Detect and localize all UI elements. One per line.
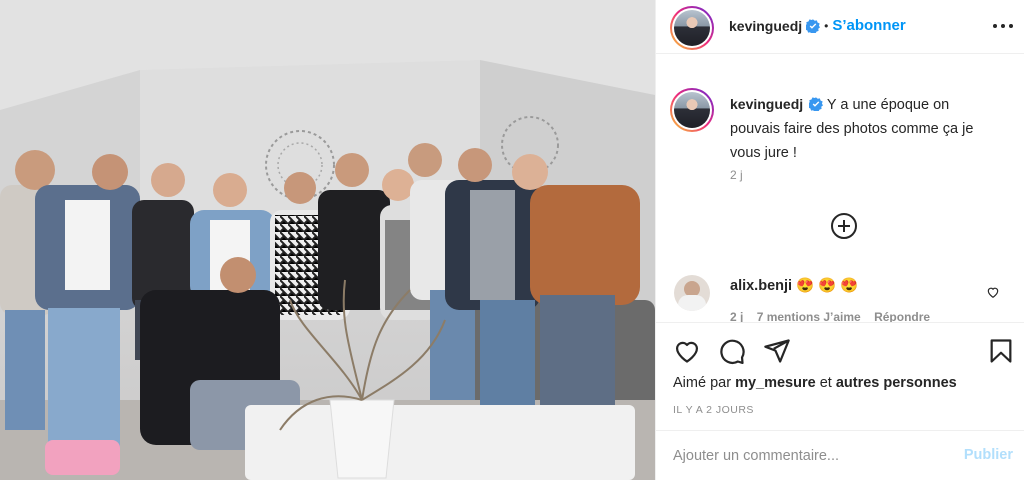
post-date[interactable]: IL Y A 2 JOURS [673, 404, 754, 416]
group-photo-illustration [0, 0, 655, 480]
likes-others[interactable]: autres personnes [836, 375, 957, 391]
follow-button[interactable]: S’abonner [832, 17, 905, 34]
comment-text: 😍 😍 😍 [796, 278, 859, 294]
caption-age[interactable]: 2 j [730, 168, 743, 182]
share-icon[interactable] [763, 337, 791, 365]
verified-badge-icon [806, 18, 821, 33]
commenter-avatar[interactable] [674, 275, 710, 311]
publish-button[interactable]: Publier [964, 447, 1013, 463]
plus-circle-icon[interactable] [830, 212, 858, 240]
heart-icon[interactable] [673, 337, 701, 365]
post-photo[interactable] [0, 0, 655, 480]
author-username[interactable]: kevinguedj [729, 18, 802, 34]
heart-icon[interactable] [986, 285, 1000, 299]
bookmark-icon[interactable] [987, 337, 1015, 365]
likes-user[interactable]: my_mesure [735, 375, 816, 391]
post-actions: Aimé par my_mesure et autres personnes I… [656, 322, 1024, 430]
author-avatar[interactable] [670, 6, 714, 50]
comment-icon[interactable] [718, 337, 746, 365]
comment-input[interactable] [673, 445, 953, 467]
post-caption: kevinguedj Y a une époque on pouvais fai… [730, 92, 1000, 165]
verified-badge-icon [809, 97, 824, 111]
likes-summary: Aimé par my_mesure et autres personnes [673, 375, 957, 391]
post-header: kevinguedj • S’abonner [656, 0, 1024, 54]
post-side-panel: kevinguedj • S’abonner kevinguedj Y a un… [655, 0, 1024, 480]
comment-likes[interactable]: 7 mentions J’aime [757, 310, 861, 322]
comment-age[interactable]: 2 j [730, 310, 743, 322]
commenter-username[interactable]: alix.benji [730, 278, 792, 294]
add-comment-bar: Publier [656, 430, 1024, 480]
author-line: kevinguedj • S’abonner [729, 17, 906, 34]
caption-author-avatar[interactable] [670, 88, 714, 132]
comments-list[interactable]: kevinguedj Y a une époque on pouvais fai… [656, 66, 1024, 322]
caption-username[interactable]: kevinguedj [730, 96, 803, 112]
likes-prefix: Aimé par [673, 375, 732, 391]
reply-button[interactable]: Répondre [874, 310, 930, 322]
comment: alix.benji 😍 😍 😍 [730, 277, 858, 294]
comment-meta: 2 j 7 mentions J’aime Répondre [730, 310, 940, 322]
separator-dot: • [824, 18, 829, 33]
likes-joiner: et [819, 375, 832, 391]
more-options-icon[interactable] [993, 16, 1013, 36]
